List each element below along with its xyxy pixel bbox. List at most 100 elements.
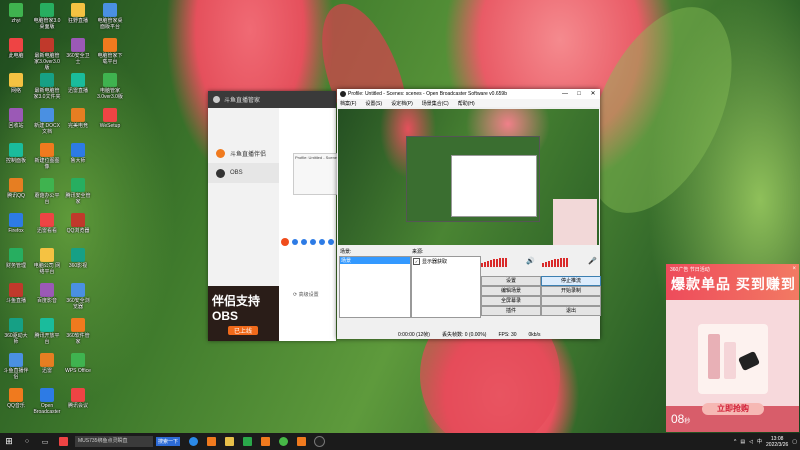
- desktop-icon-label: 360驱动大师: [4, 333, 28, 345]
- clock[interactable]: 13:08 2022/3/26: [766, 436, 788, 448]
- obs-taskbar-icon[interactable]: [312, 435, 326, 449]
- desktop-icon[interactable]: 最新电脑管家3.0文件夹: [33, 73, 61, 100]
- ad-popup[interactable]: 360广告 节日活动 爆款单品 买到赚到 × 立即抢购 08秒: [666, 264, 799, 432]
- input-method-toolbar[interactable]: [279, 236, 336, 248]
- desktop-icon[interactable]: QQ浏览器: [64, 213, 92, 234]
- desktop-icon[interactable]: 电脑管家桌面版平台: [96, 3, 124, 30]
- search-icon[interactable]: ○: [20, 435, 34, 449]
- maximize-button[interactable]: □: [572, 89, 586, 99]
- start-button[interactable]: ⊞: [0, 436, 18, 447]
- obs-titlebar[interactable]: Profile: Untitled - Scenes: scenes - Ope…: [337, 89, 600, 99]
- taskbar-search-button[interactable]: 搜索一下: [156, 437, 181, 446]
- scene-item[interactable]: 场景: [340, 257, 410, 264]
- input-language[interactable]: 中: [757, 438, 762, 445]
- desktop-icon[interactable]: WPS Office: [64, 353, 92, 374]
- edge-icon[interactable]: [186, 435, 200, 449]
- desktop-icon[interactable]: zhyi: [2, 3, 30, 24]
- buy-now-button[interactable]: 立即抢购: [702, 403, 764, 415]
- desktop-icon[interactable]: 新建 DOCX 文档: [33, 108, 61, 135]
- desktop-icon[interactable]: 电脑管家3.0ver3.0版: [96, 73, 124, 100]
- desktop-icon[interactable]: 最新电脑管家3.0ver3.0版: [33, 38, 61, 71]
- desktop-icon[interactable]: 360影视: [64, 248, 92, 269]
- app-icon[interactable]: [258, 435, 272, 449]
- app-icon[interactable]: [276, 435, 290, 449]
- desktop-icon[interactable]: Firefox: [2, 213, 30, 234]
- menu-file[interactable]: 档案(F): [340, 100, 356, 107]
- obs-thumbnail[interactable]: Profile: Untitled - Scenes: [293, 153, 338, 195]
- desktop-icon[interactable]: 回收站: [2, 108, 30, 129]
- desktop-icon[interactable]: 腾讯开放平台: [33, 318, 61, 345]
- advanced-settings-link[interactable]: ⟳ 高级设置: [293, 291, 319, 298]
- menu-profile[interactable]: 设定档(P): [391, 100, 413, 107]
- menu-settings[interactable]: 设置(S): [365, 100, 382, 107]
- sources-list[interactable]: ✓ 显示器获取: [411, 256, 481, 318]
- desktop-icon-label: 蘑菇办公平台: [34, 193, 60, 205]
- volume-icon[interactable]: ◁: [749, 439, 753, 445]
- desktop-icon[interactable]: 蘑菇办公平台: [33, 178, 61, 205]
- desktop-icon[interactable]: 电脑管家下载平台: [96, 38, 124, 65]
- sidebar-item-douyu-companion[interactable]: 斗鱼直播伴侣: [208, 143, 279, 163]
- desktop-icon[interactable]: 斗鱼直播伴侣: [2, 353, 30, 380]
- desktop-icon[interactable]: 360驱动大师: [2, 318, 30, 345]
- desktop-icon[interactable]: 迅雷: [33, 353, 61, 374]
- task-view-icon[interactable]: ▭: [38, 435, 52, 449]
- app-icon[interactable]: [294, 435, 308, 449]
- source-checkbox[interactable]: ✓: [413, 258, 420, 265]
- desktop-icon[interactable]: WeSetup: [96, 108, 124, 129]
- promo-button[interactable]: 已上线: [228, 326, 258, 335]
- minimize-button[interactable]: —: [558, 89, 572, 99]
- desktop-icon[interactable]: 腾讯安全管家: [64, 178, 92, 205]
- ad-headline: 爆款单品 买到赚到: [671, 276, 796, 292]
- desktop-icon[interactable]: 迅雷直播: [64, 73, 92, 94]
- desktop-icon[interactable]: 鲁大师: [64, 143, 92, 164]
- close-button[interactable]: ✕: [586, 89, 600, 99]
- desktop-icon[interactable]: 迅雷看看: [33, 213, 61, 234]
- desktop-icon[interactable]: 电脑管家3.0桌面版: [33, 3, 61, 30]
- network-icon[interactable]: ▤: [740, 439, 745, 445]
- sidebar-item-obs[interactable]: OBS: [208, 163, 279, 183]
- desktop-icon[interactable]: 控制面板: [2, 143, 30, 164]
- desktop-icon[interactable]: 腾讯QQ: [2, 178, 30, 199]
- desktop-icon[interactable]: 此电脑: [2, 38, 30, 59]
- desktop-icon[interactable]: 完美电竞: [64, 108, 92, 129]
- obs-promo-banner[interactable]: 伴侣支持OBS 已上线: [208, 286, 279, 341]
- desktop-icon[interactable]: 360安全浏览器: [64, 283, 92, 310]
- desktop-icon[interactable]: Open Broadcaster: [33, 388, 61, 415]
- obs-window[interactable]: Profile: Untitled - Scenes: scenes - Ope…: [337, 89, 601, 339]
- speaker-icon[interactable]: 🔊: [526, 257, 535, 265]
- desktop-icon[interactable]: 新建位图图像: [33, 143, 61, 170]
- browser-icon[interactable]: [56, 435, 70, 449]
- scenes-list[interactable]: 场景: [339, 256, 411, 318]
- douyu-taskbar-icon[interactable]: [204, 435, 218, 449]
- desktop-icon[interactable]: 电脑公司 网络平台: [33, 248, 61, 275]
- file-explorer-icon[interactable]: [222, 435, 236, 449]
- source-item[interactable]: ✓ 显示器获取: [412, 257, 480, 266]
- settings-button[interactable]: 设置: [481, 276, 541, 286]
- menu-help[interactable]: 帮助(H): [458, 100, 475, 107]
- desktop-icon[interactable]: QQ音乐: [2, 388, 30, 409]
- desktop-icon[interactable]: 360软件管家: [64, 318, 92, 345]
- menu-scene-collection[interactable]: 场景集合(C): [422, 100, 449, 107]
- plugins-button[interactable]: 插件: [481, 306, 541, 316]
- start-record-button[interactable]: 开始录制: [541, 286, 601, 296]
- douyu-manager-window[interactable]: 斗鱼直播管家 斗鱼直播伴侣 OBS 伴侣支持OBS 已上线 Profile: U…: [208, 91, 338, 341]
- app-icon[interactable]: [240, 435, 254, 449]
- edit-scene-button[interactable]: 编辑场景: [481, 286, 541, 296]
- desktop-icon[interactable]: 斗鱼直播: [2, 283, 30, 304]
- ad-close-button[interactable]: ×: [792, 266, 796, 272]
- exit-button[interactable]: 退出: [541, 306, 601, 316]
- taskbar-search-input[interactable]: MUS735绑鱼点灵瞬直: [75, 436, 153, 447]
- desktop-icon[interactable]: 360安全卫士: [64, 38, 92, 65]
- mic-icon[interactable]: 🎤: [588, 257, 597, 265]
- desktop-icon[interactable]: 腾讯会议: [64, 388, 92, 409]
- desktop-icon[interactable]: 狂野直播: [64, 3, 92, 24]
- stop-stream-button[interactable]: 停止推流: [541, 276, 601, 286]
- desktop-icon[interactable]: 财务管理: [2, 248, 30, 269]
- obs-preview[interactable]: [338, 109, 599, 245]
- desktop-icon[interactable]: 网络: [2, 73, 30, 94]
- notification-icon[interactable]: ▢: [792, 439, 797, 445]
- fullscreen-record-button[interactable]: 全屏幕录: [481, 296, 541, 306]
- douyu-titlebar[interactable]: 斗鱼直播管家: [208, 91, 336, 108]
- tray-arrow-icon[interactable]: ^: [734, 439, 736, 445]
- desktop-icon[interactable]: 百度影音: [33, 283, 61, 304]
